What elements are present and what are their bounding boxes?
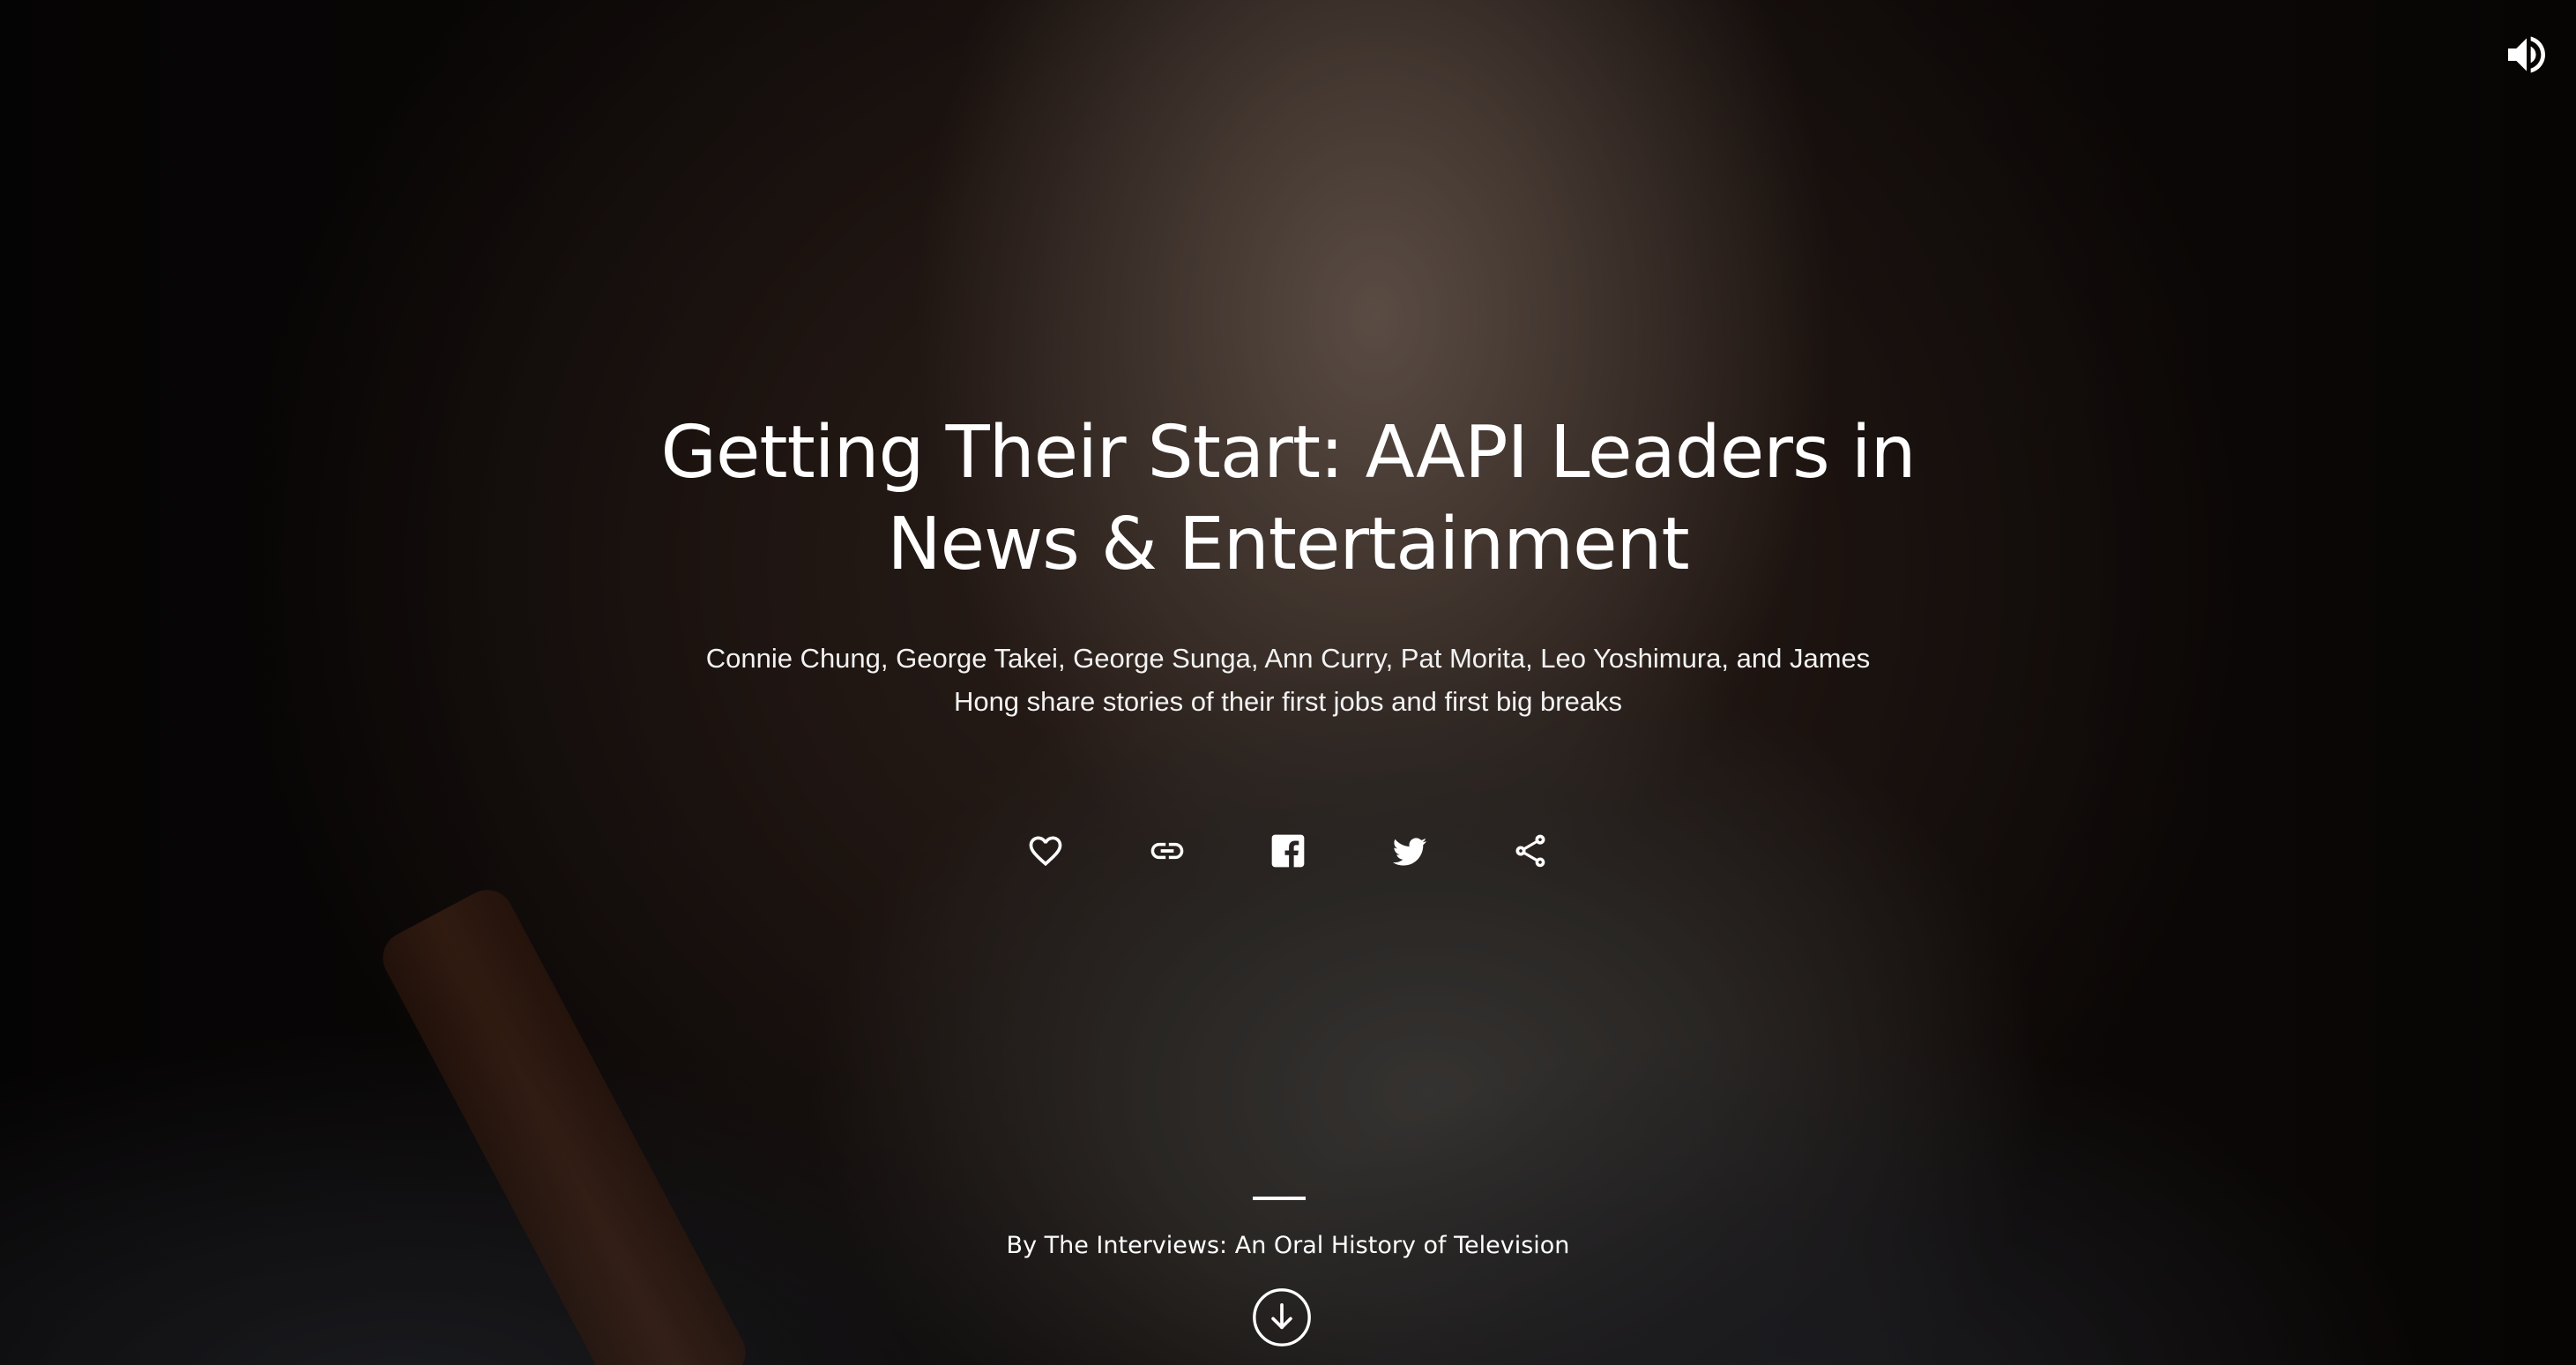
twitter-icon — [1392, 838, 1426, 866]
arrow-down-circle-icon — [1253, 1288, 1311, 1346]
sound-toggle-button[interactable] — [2502, 30, 2551, 79]
link-icon — [1150, 842, 1183, 860]
copy-link-button[interactable] — [1136, 820, 1198, 882]
byline-divider — [1253, 1197, 1306, 1200]
story-subtitle-line-1: Connie Chung, George Takei, George Sunga… — [705, 643, 1871, 674]
scroll-down-button[interactable] — [1252, 1287, 1312, 1347]
share-button[interactable] — [1500, 820, 1561, 882]
share-twitter-button[interactable] — [1379, 820, 1441, 882]
story-subtitle-line-2: Hong share stories of their first jobs a… — [953, 686, 1623, 717]
story-title-line-1: Getting Their Start: AAPI Leaders in — [660, 411, 1916, 495]
story-actions — [1015, 820, 1561, 882]
facebook-icon — [1271, 834, 1305, 868]
volume-up-icon — [2508, 36, 2545, 73]
story-title-line-2: News & Entertainment — [887, 503, 1689, 586]
share-icon — [1515, 834, 1545, 868]
share-facebook-button[interactable] — [1257, 820, 1319, 882]
heart-icon — [1029, 836, 1062, 867]
favorite-button[interactable] — [1015, 820, 1076, 882]
story-byline: By The Interviews: An Oral History of Te… — [1006, 1232, 1570, 1259]
story-title: Getting Their Start: AAPI Leaders in News… — [406, 407, 2170, 591]
story-subtitle: Connie Chung, George Takei, George Sunga… — [671, 637, 1905, 723]
